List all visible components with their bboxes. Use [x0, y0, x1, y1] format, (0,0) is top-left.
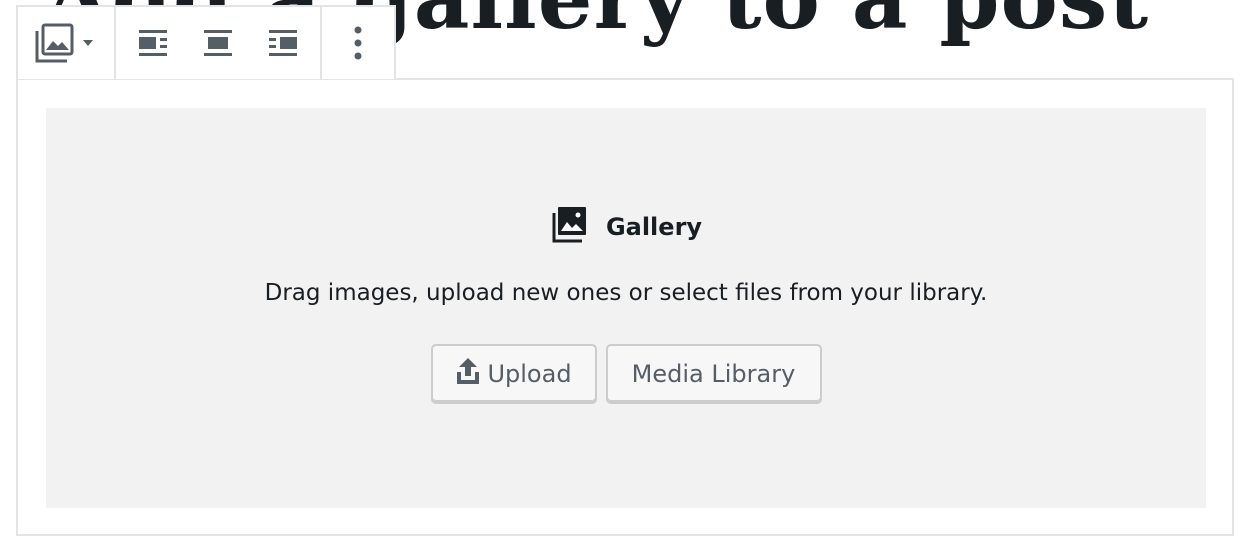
align-left-button[interactable]	[137, 28, 169, 58]
align-center-icon	[202, 28, 234, 58]
align-left-icon	[137, 28, 169, 58]
upload-icon	[455, 356, 481, 392]
align-right-icon	[267, 28, 299, 58]
placeholder-title: Gallery	[605, 213, 703, 241]
upload-label: Upload	[487, 360, 572, 388]
align-center-button[interactable]	[202, 28, 234, 58]
gallery-icon	[550, 206, 588, 248]
gallery-block[interactable]: Gallery Drag images, upload new ones or …	[16, 78, 1234, 536]
placeholder-label: Gallery	[46, 206, 1206, 248]
placeholder-actions: Upload Media Library	[46, 344, 1206, 404]
editor-canvas: Add a gallery to a post Gallery Drag ima…	[0, 0, 1254, 552]
block-switcher[interactable]	[18, 7, 116, 79]
block-toolbar	[16, 5, 396, 79]
more-options-button[interactable]	[322, 7, 394, 79]
align-right-button[interactable]	[267, 28, 299, 58]
caret-down-icon	[82, 38, 94, 48]
gallery-icon	[34, 22, 76, 64]
upload-button[interactable]: Upload	[430, 344, 597, 404]
more-vertical-icon	[353, 25, 363, 61]
placeholder-instructions: Drag images, upload new ones or select f…	[264, 280, 988, 306]
gallery-placeholder: Gallery Drag images, upload new ones or …	[46, 108, 1206, 508]
media-library-button[interactable]: Media Library	[605, 344, 822, 404]
alignment-group	[116, 7, 322, 79]
